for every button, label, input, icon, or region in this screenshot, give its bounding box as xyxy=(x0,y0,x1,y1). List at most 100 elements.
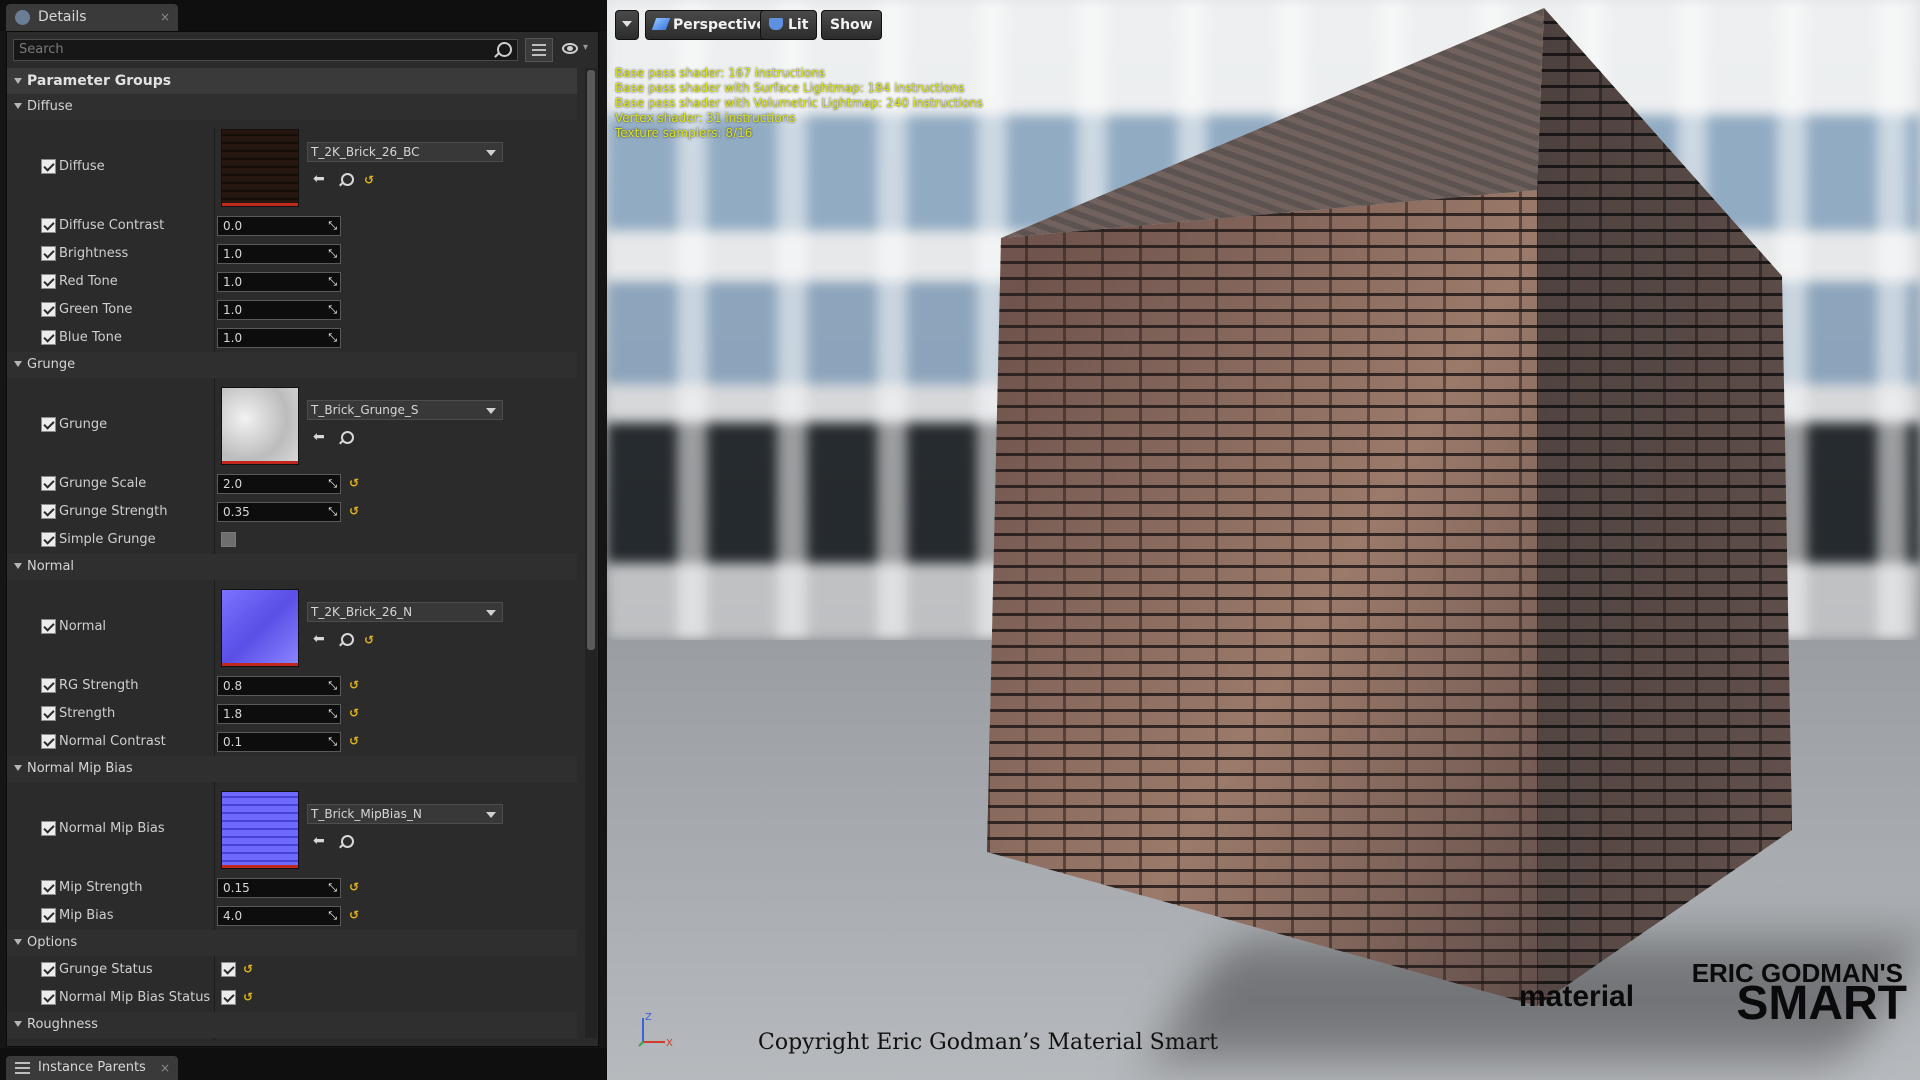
drag-icon[interactable]: ⤡ xyxy=(328,881,337,895)
search-input[interactable]: Search xyxy=(13,39,518,61)
simple-grunge-value-checkbox[interactable] xyxy=(221,532,236,547)
mip-bias-checkbox[interactable] xyxy=(41,908,56,923)
mip-bias-label: Mip Bias xyxy=(59,908,114,923)
reset-icon[interactable]: ↺ xyxy=(349,734,359,748)
scrollbar[interactable] xyxy=(585,68,597,1038)
reset-icon[interactable]: ↺ xyxy=(349,706,359,720)
drag-icon[interactable]: ⤡ xyxy=(328,275,337,289)
grunge-checkbox[interactable] xyxy=(41,417,56,432)
reset-icon[interactable]: ↺ xyxy=(349,504,359,518)
rg-strength-label: RG Strength xyxy=(59,678,139,693)
reset-icon[interactable]: ↺ xyxy=(364,633,374,647)
brightness-input[interactable]: 1.0 ⤡ xyxy=(217,244,341,264)
grunge-strength-checkbox[interactable] xyxy=(41,504,56,519)
grunge-texture-thumbnail[interactable] xyxy=(221,387,299,465)
copyright-text: Copyright Eric Godman’s Material Smart xyxy=(758,1030,1219,1055)
group-roughness[interactable]: Roughness xyxy=(7,1012,577,1038)
use-selected-icon[interactable]: ⬅ xyxy=(313,430,325,444)
strength-checkbox[interactable] xyxy=(41,706,56,721)
show-button[interactable]: Show xyxy=(821,10,882,40)
reset-icon[interactable]: ↺ xyxy=(364,173,374,187)
strength-input[interactable]: 1.8 ⤡ xyxy=(217,704,341,724)
diffuse-contrast-checkbox[interactable] xyxy=(41,218,56,233)
normal-texture-thumbnail[interactable] xyxy=(221,589,299,667)
diffuse-asset-select[interactable]: T_2K_Brick_26_BC xyxy=(307,142,503,162)
group-options[interactable]: Options xyxy=(7,930,577,956)
use-selected-icon[interactable]: ⬅ xyxy=(313,172,325,186)
close-icon[interactable]: × xyxy=(160,1056,170,1080)
instance-parents-tab[interactable]: Instance Parents × xyxy=(6,1056,178,1080)
mip-bias-asset-select[interactable]: T_Brick_MipBias_N xyxy=(307,804,503,824)
group-grunge[interactable]: Grunge xyxy=(7,352,577,378)
diffuse-contrast-input[interactable]: 0.0 ⤡ xyxy=(217,216,341,236)
browse-icon[interactable] xyxy=(341,431,354,444)
drag-icon[interactable]: ⤡ xyxy=(328,477,337,491)
drag-icon[interactable]: ⤡ xyxy=(328,331,337,345)
drag-icon[interactable]: ⤡ xyxy=(328,735,337,749)
reset-icon[interactable]: ↺ xyxy=(243,962,253,976)
scrollbar-thumb[interactable] xyxy=(587,70,595,650)
normal-checkbox[interactable] xyxy=(41,619,56,634)
green-tone-input[interactable]: 1.0 ⤡ xyxy=(217,300,341,320)
browse-icon[interactable] xyxy=(341,835,354,848)
normal-mip-bias-status-value-checkbox[interactable] xyxy=(221,990,236,1005)
drag-icon[interactable]: ⤡ xyxy=(328,909,337,923)
reset-icon[interactable]: ↺ xyxy=(349,678,359,692)
red-tone-input[interactable]: 1.0 ⤡ xyxy=(217,272,341,292)
blue-tone-checkbox[interactable] xyxy=(41,330,56,345)
normal-contrast-input[interactable]: 0.1 ⤡ xyxy=(217,732,341,752)
close-icon[interactable]: × xyxy=(160,4,170,31)
group-normal[interactable]: Normal xyxy=(7,554,577,580)
property-matrix-button[interactable] xyxy=(525,38,553,62)
drag-icon[interactable]: ⤡ xyxy=(328,505,337,519)
diffuse-contrast-label: Diffuse Contrast xyxy=(59,218,165,233)
grunge-asset-select[interactable]: T_Brick_Grunge_S xyxy=(307,400,503,420)
normal-mip-bias-status-checkbox[interactable] xyxy=(41,990,56,1005)
drag-icon[interactable]: ⤡ xyxy=(328,679,337,693)
green-tone-checkbox[interactable] xyxy=(41,302,56,317)
normal-contrast-checkbox[interactable] xyxy=(41,734,56,749)
mip-strength-checkbox[interactable] xyxy=(41,880,56,895)
browse-icon[interactable] xyxy=(341,173,354,186)
reset-icon[interactable]: ↺ xyxy=(349,908,359,922)
diffuse-texture-thumbnail[interactable] xyxy=(221,129,299,207)
red-tone-checkbox[interactable] xyxy=(41,274,56,289)
rg-strength-checkbox[interactable] xyxy=(41,678,56,693)
reset-icon[interactable]: ↺ xyxy=(349,880,359,894)
view-options-button[interactable]: ▾ xyxy=(560,42,594,58)
parameter-groups-header[interactable]: Parameter Groups xyxy=(7,68,577,94)
reset-icon[interactable]: ↺ xyxy=(349,476,359,490)
grunge-scale-input[interactable]: 2.0 ⤡ xyxy=(217,474,341,494)
lit-button[interactable]: Lit xyxy=(760,10,818,40)
material-preview-viewport[interactable]: Perspective Lit Show Base pass shader: 1… xyxy=(607,0,1920,1080)
blue-tone-input[interactable]: 1.0 ⤡ xyxy=(217,328,341,348)
use-selected-icon[interactable]: ⬅ xyxy=(313,632,325,646)
drag-icon[interactable]: ⤡ xyxy=(328,219,337,233)
column-divider[interactable] xyxy=(214,128,215,1040)
normal-asset-select[interactable]: T_2K_Brick_26_N xyxy=(307,602,503,622)
brightness-checkbox[interactable] xyxy=(41,246,56,261)
mip-bias-input[interactable]: 4.0 ⤡ xyxy=(217,906,341,926)
grunge-strength-input[interactable]: 0.35 ⤡ xyxy=(217,502,341,522)
drag-icon[interactable]: ⤡ xyxy=(328,707,337,721)
use-selected-icon[interactable]: ⬅ xyxy=(313,834,325,848)
drag-icon[interactable]: ⤡ xyxy=(328,303,337,317)
normal-mip-bias-checkbox[interactable] xyxy=(41,821,56,836)
reset-icon[interactable]: ↺ xyxy=(243,990,253,1004)
grunge-scale-checkbox[interactable] xyxy=(41,476,56,491)
simple-grunge-checkbox[interactable] xyxy=(41,532,56,547)
diffuse-checkbox[interactable] xyxy=(41,159,56,174)
group-diffuse[interactable]: Diffuse xyxy=(7,94,577,120)
drag-icon[interactable]: ⤡ xyxy=(328,247,337,261)
viewport-options-button[interactable] xyxy=(615,10,639,40)
details-tab[interactable]: Details × xyxy=(6,4,178,31)
mip-strength-input[interactable]: 0.15 ⤡ xyxy=(217,878,341,898)
perspective-button[interactable]: Perspective xyxy=(645,10,775,40)
rg-strength-input[interactable]: 0.8 ⤡ xyxy=(217,676,341,696)
mip-bias-texture-thumbnail[interactable] xyxy=(221,791,299,869)
grunge-status-checkbox[interactable] xyxy=(41,962,56,977)
group-normal-mip-bias[interactable]: Normal Mip Bias xyxy=(7,756,577,782)
grunge-status-value-checkbox[interactable] xyxy=(221,962,236,977)
browse-icon[interactable] xyxy=(341,633,354,646)
mip-strength-label: Mip Strength xyxy=(59,880,143,895)
